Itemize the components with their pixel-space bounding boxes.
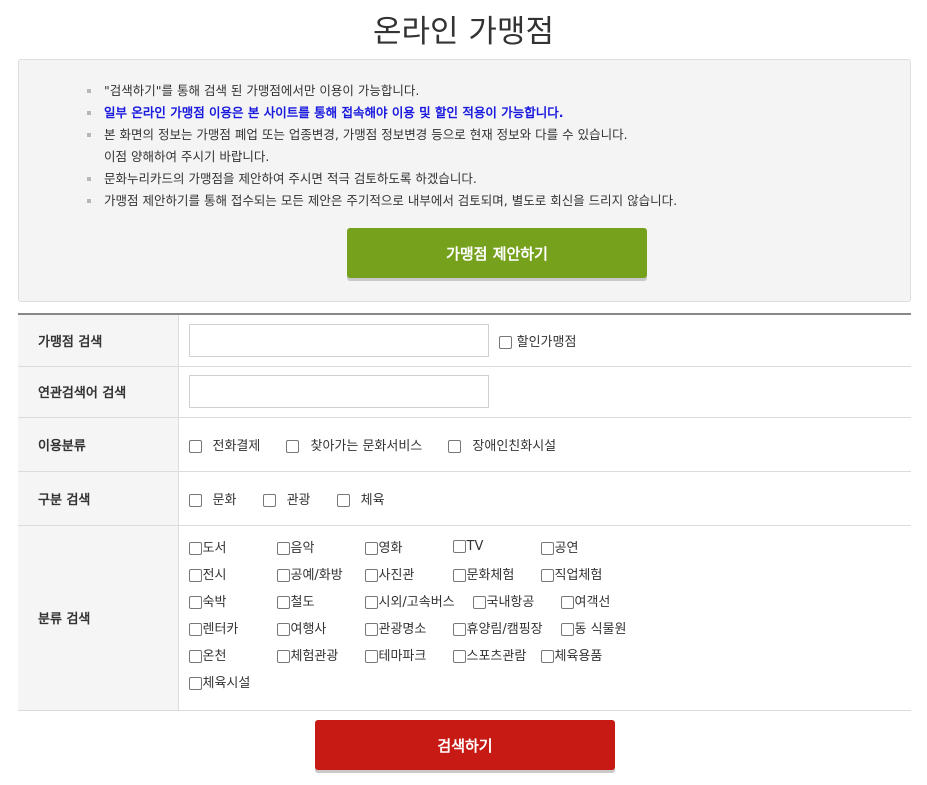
category-line: 렌터카 여행사 관광명소 휴양림/캠핑장 동 식물원 [188,618,912,645]
category-option[interactable]: 시외/고속버스 [364,591,473,610]
category-option[interactable]: 문화체험 [452,564,541,583]
notice-item-highlight: 일부 온라인 가맹점 이용은 본 사이트를 통해 접속해야 이용 및 할인 적용… [87,102,677,124]
notice-list: "검색하기"를 통해 검색 된 가맹점에서만 이용이 가능합니다. 일부 온라인… [87,80,677,212]
search-form: 가맹점 검색 할인가맹점 연관검색어 검색 이용분류 전화결제 찾아가는 문화서… [18,313,911,711]
keyword-search-row: 연관검색어 검색 [18,366,911,418]
division-option-sports[interactable]: 체육 [336,489,385,508]
division-option-tourism[interactable]: 관광 [262,489,310,508]
category-option[interactable]: 여객선 [560,591,649,610]
keyword-search-input[interactable] [188,375,489,408]
usage-option-accessible-facility[interactable]: 장애인친화시설 [448,435,556,454]
category-option[interactable]: 국내항공 [472,591,561,610]
category-option[interactable]: 사진관 [364,564,453,583]
category-option[interactable]: 공예/화방 [276,564,365,583]
category-option[interactable]: 음악 [276,537,365,556]
store-search-input[interactable] [188,323,489,357]
category-option[interactable]: 체험관광 [276,645,365,664]
category-option[interactable]: 관광명소 [364,618,453,637]
category-line: 전시 공예/화방 사진관 문화체험 직업체험 [188,564,912,591]
category-option[interactable]: 전시 [188,564,277,583]
category-line: 온천 체험관광 테마파크 스포츠관람 체육용품 [188,645,912,672]
division-option-culture[interactable]: 문화 [188,489,236,508]
notice-item: "검색하기"를 통해 검색 된 가맹점에서만 이용이 가능합니다. [87,80,677,102]
category-option[interactable]: 체육시설 [188,672,277,691]
usage-row: 이용분류 전화결제 찾아가는 문화서비스 장애인친화시설 [18,417,911,472]
category-option[interactable]: 직업체험 [540,564,629,583]
category-option[interactable]: 체육용품 [540,645,629,664]
category-option[interactable]: TV [452,539,541,554]
store-search-label: 가맹점 검색 [18,314,179,367]
notice-item: 가맹점 제안하기를 통해 접수되는 모든 제안은 주기적으로 내부에서 검토되며… [87,190,677,212]
division-label: 구분 검색 [18,471,179,526]
propose-store-button[interactable]: 가맹점 제안하기 [347,228,647,278]
category-option[interactable]: 철도 [276,591,365,610]
category-option[interactable]: 영화 [364,537,453,556]
category-line: 도서 음악 영화 TV 공연 [188,537,912,564]
category-option[interactable]: 숙박 [188,591,277,610]
category-option[interactable]: 휴양림/캠핑장 [452,618,561,637]
category-option[interactable]: 스포츠관람 [452,645,541,664]
category-line: 체육시설 [188,672,912,699]
notice-box: "검색하기"를 통해 검색 된 가맹점에서만 이용이 가능합니다. 일부 온라인… [18,59,911,302]
notice-item: 문화누리카드의 가맹점을 제안하여 주시면 적극 검토하도록 하겠습니다. [87,168,677,190]
discount-store-checkbox[interactable]: 할인가맹점 [498,331,576,350]
category-grid: 도서 음악 영화 TV 공연 전시 공예/화방 사진관 문화체험 직업체험 숙박 철도 시외/고속버… [178,525,912,711]
usage-label: 이용분류 [18,417,179,472]
usage-option-phone-payment[interactable]: 전화결제 [188,435,260,454]
category-option[interactable]: 렌터카 [188,618,277,637]
keyword-search-label: 연관검색어 검색 [18,366,179,418]
division-row: 구분 검색 문화 관광 체육 [18,471,911,526]
checkbox-box[interactable] [498,335,512,349]
usage-option-visiting-service[interactable]: 찾아가는 문화서비스 [286,435,422,454]
category-option[interactable]: 공연 [540,537,629,556]
category-option[interactable]: 온천 [188,645,277,664]
category-line: 숙박 철도 시외/고속버스 국내항공 여객선 [188,591,912,618]
category-option[interactable]: 여행사 [276,618,365,637]
notice-item: 본 화면의 정보는 가맹점 폐업 또는 업종변경, 가맹점 정보변경 등으로 현… [87,124,677,168]
search-button[interactable]: 검색하기 [315,720,615,770]
category-label: 분류 검색 [18,525,179,711]
store-search-row: 가맹점 검색 할인가맹점 [18,314,911,367]
category-option[interactable]: 테마파크 [364,645,453,664]
category-option[interactable]: 도서 [188,537,277,556]
page-title: 온라인 가맹점 [373,14,554,50]
category-option[interactable]: 동 식물원 [560,618,649,637]
category-row: 분류 검색 도서 음악 영화 TV 공연 전시 공예/화방 사진관 문화체험 직업체험 숙박 철도… [18,525,912,711]
